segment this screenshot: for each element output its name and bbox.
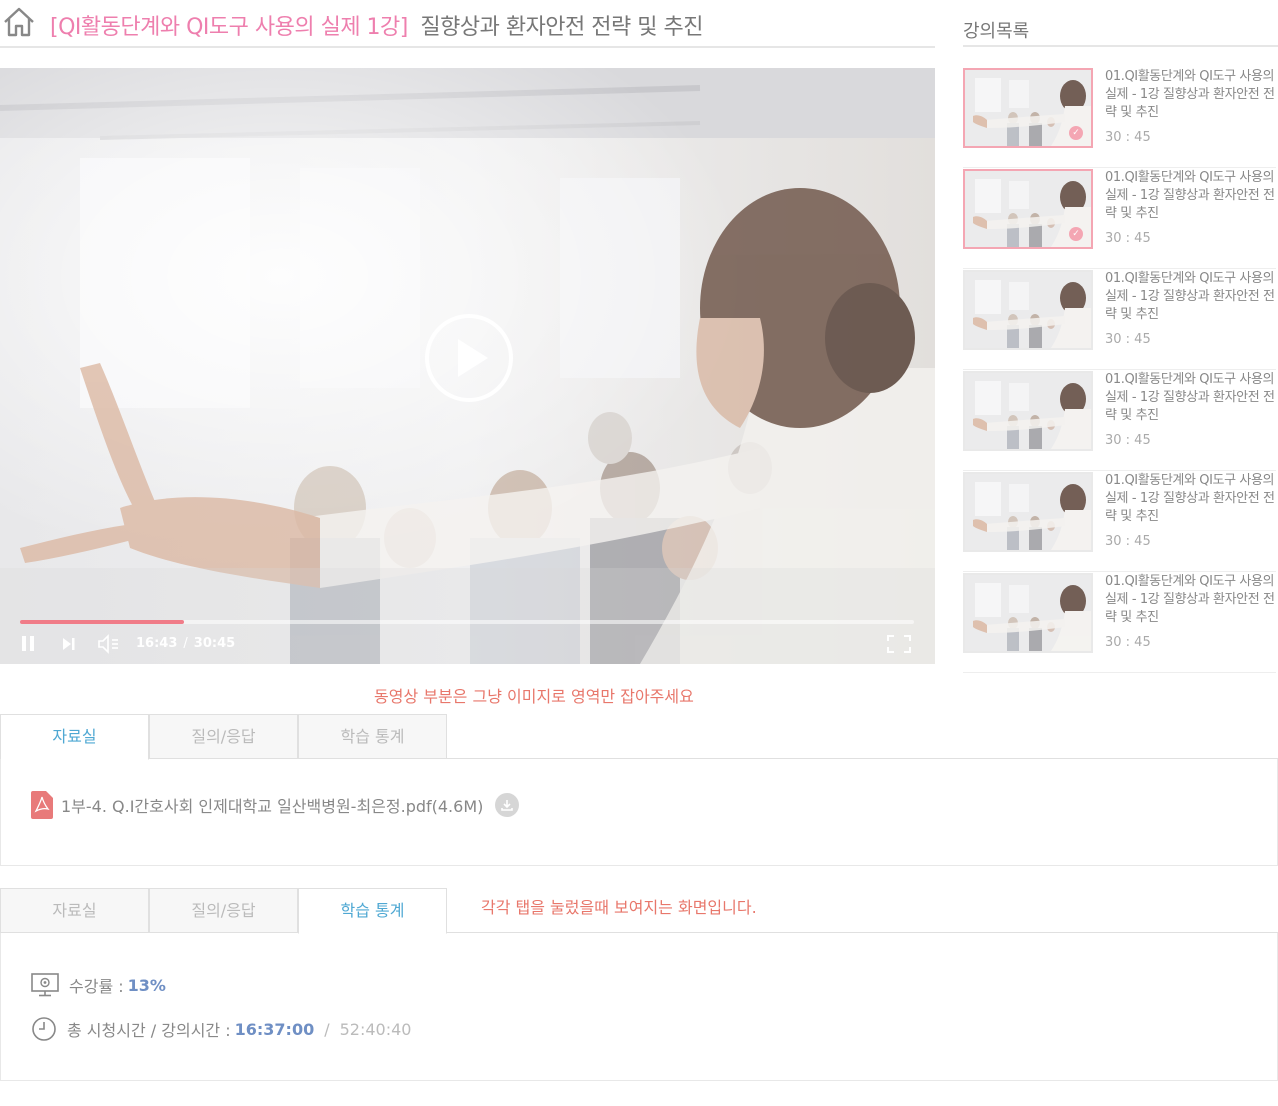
lecture-thumbnail[interactable] bbox=[963, 371, 1093, 451]
video-progress-fill bbox=[20, 620, 184, 624]
lecture-thumbnail[interactable]: ✓ bbox=[963, 169, 1093, 249]
pause-icon[interactable] bbox=[20, 632, 38, 656]
lecture-title[interactable]: 01.QI활동단계와 QI도구 사용의 실제 - 1강 질향상과 환자안전 전략… bbox=[1105, 573, 1275, 627]
video-time: 16:43 / 30:45 bbox=[136, 636, 235, 651]
lecture-thumbnail[interactable] bbox=[963, 472, 1093, 552]
lecture-item[interactable]: 01.QI활동단계와 QI도구 사용의 실제 - 1강 질향상과 환자안전 전략… bbox=[963, 270, 1276, 370]
play-icon[interactable] bbox=[424, 313, 514, 403]
next-track-icon[interactable] bbox=[60, 632, 78, 656]
course-tag: [QI활동단계와 QI도구 사용의 실제 1강] bbox=[50, 15, 408, 40]
lecture-thumbnail[interactable] bbox=[963, 573, 1093, 653]
lecture-duration: 30 : 45 bbox=[1105, 534, 1151, 549]
lecture-duration: 30 : 45 bbox=[1105, 635, 1151, 650]
lecture-thumbnail-image bbox=[965, 272, 1091, 348]
clock-icon bbox=[32, 1017, 56, 1041]
lecture-thumbnail[interactable] bbox=[963, 270, 1093, 350]
lecture-item[interactable]: 01.QI활동단계와 QI도구 사용의 실제 - 1강 질향상과 환자안전 전략… bbox=[963, 472, 1276, 572]
lecture-title[interactable]: 01.QI활동단계와 QI도구 사용의 실제 - 1강 질향상과 환자안전 전략… bbox=[1105, 270, 1275, 324]
progress-label: 수강률 : bbox=[69, 977, 124, 996]
video-player[interactable]: 16:43 / 30:45 bbox=[0, 68, 935, 664]
progress-value: 13% bbox=[127, 975, 166, 995]
home-icon[interactable] bbox=[2, 6, 36, 38]
volume-icon[interactable] bbox=[96, 632, 122, 656]
lecture-title[interactable]: 01.QI활동단계와 QI도구 사용의 실제 - 1강 질향상과 환자안전 전략… bbox=[1105, 169, 1275, 223]
tab-bar: 자료실 질의/응답 학습 통계 bbox=[0, 714, 1278, 760]
download-icon bbox=[501, 800, 514, 811]
materials-panel: 1부-4. Q.I간호사회 인제대학교 일산백병원-최은정.pdf(4.6M) bbox=[0, 759, 1278, 866]
watch-time-stat: 총 시청시간 / 강의시간 : 16:37:00 / 52:40:40 bbox=[31, 1016, 411, 1042]
page-header: [QI활동단계와 QI도구 사용의 실제 1강] 질향상과 환자안전 전략 및 … bbox=[0, 0, 935, 48]
stats-tab-box: 자료실 질의/응답 학습 통계 수강률 : 13% 총 시청시간 / 강의시간 … bbox=[0, 888, 1278, 1081]
lecture-title[interactable]: 01.QI활동단계와 QI도구 사용의 실제 - 1강 질향상과 환자안전 전략… bbox=[1105, 371, 1275, 425]
tab-qna[interactable]: 질의/응답 bbox=[149, 888, 298, 933]
file-item: 1부-4. Q.I간호사회 인제대학교 일산백병원-최은정.pdf(4.6M) bbox=[31, 791, 520, 819]
divider bbox=[963, 45, 1278, 47]
download-button[interactable] bbox=[495, 793, 520, 817]
tab-materials[interactable]: 자료실 bbox=[0, 714, 149, 760]
course-subtitle: 질향상과 환자안전 전략 및 추진 bbox=[420, 15, 703, 40]
progress-stat: 수강률 : 13% bbox=[31, 973, 166, 997]
monitor-icon bbox=[31, 973, 59, 997]
page-title: [QI활동단계와 QI도구 사용의 실제 1강] 질향상과 환자안전 전략 및 … bbox=[50, 9, 703, 41]
stats-panel: 수강률 : 13% 총 시청시간 / 강의시간 : 16:37:00 / 52:… bbox=[0, 933, 1278, 1081]
tab-qna[interactable]: 질의/응답 bbox=[149, 714, 298, 759]
materials-tab-box: 자료실 질의/응답 학습 통계 1부-4. Q.I간호사회 인제대학교 일산백병… bbox=[0, 714, 1278, 866]
total-lecture-time: 52:40:40 bbox=[339, 1019, 412, 1039]
lecture-thumbnail[interactable]: ✓ bbox=[963, 68, 1093, 148]
lecture-duration: 30 : 45 bbox=[1105, 332, 1151, 347]
tab-bar: 자료실 질의/응답 학습 통계 bbox=[0, 888, 1278, 934]
fullscreen-icon[interactable] bbox=[886, 632, 912, 656]
time-separator: / bbox=[324, 1019, 330, 1039]
lecture-title[interactable]: 01.QI활동단계와 QI도구 사용의 실제 - 1강 질향상과 환자안전 전략… bbox=[1105, 472, 1275, 526]
lecture-item[interactable]: ✓ 01.QI활동단계와 QI도구 사용의 실제 - 1강 질향상과 환자안전 … bbox=[963, 169, 1276, 269]
current-time: 16:43 bbox=[136, 636, 178, 651]
lecture-item[interactable]: 01.QI활동단계와 QI도구 사용의 실제 - 1강 질향상과 환자안전 전략… bbox=[963, 573, 1276, 673]
tab-stats[interactable]: 학습 통계 bbox=[298, 714, 447, 759]
lecture-thumbnail-image bbox=[965, 575, 1091, 651]
video-controls: 16:43 / 30:45 bbox=[20, 632, 914, 656]
lecture-duration: 30 : 45 bbox=[1105, 130, 1151, 145]
watched-time: 16:37:00 bbox=[234, 1019, 315, 1039]
check-icon: ✓ bbox=[1069, 126, 1083, 140]
video-note: 동영상 부분은 그냥 이미지로 영역만 잡아주세요 bbox=[374, 687, 694, 706]
check-icon: ✓ bbox=[1069, 227, 1083, 241]
lecture-thumbnail-image bbox=[965, 373, 1091, 449]
lecture-title[interactable]: 01.QI활동단계와 QI도구 사용의 실제 - 1강 질향상과 환자안전 전략… bbox=[1105, 68, 1275, 122]
watch-time-label: 총 시청시간 / 강의시간 : bbox=[67, 1021, 231, 1040]
total-duration: 30:45 bbox=[193, 636, 236, 651]
lecture-list-title: 강의목록 bbox=[963, 21, 1030, 42]
time-separator: / bbox=[183, 636, 188, 651]
lecture-item[interactable]: 01.QI활동단계와 QI도구 사용의 실제 - 1강 질향상과 환자안전 전략… bbox=[963, 371, 1276, 471]
tab-materials[interactable]: 자료실 bbox=[0, 888, 149, 933]
tab-stats[interactable]: 학습 통계 bbox=[298, 888, 447, 934]
lecture-thumbnail-image bbox=[965, 474, 1091, 550]
lecture-duration: 30 : 45 bbox=[1105, 433, 1151, 448]
file-name[interactable]: 1부-4. Q.I간호사회 인제대학교 일산백병원-최은정.pdf(4.6M) bbox=[61, 793, 483, 817]
video-progress-bar[interactable] bbox=[20, 620, 914, 624]
lecture-duration: 30 : 45 bbox=[1105, 231, 1151, 246]
pdf-icon bbox=[31, 791, 53, 819]
lecture-item[interactable]: ✓ 01.QI활동단계와 QI도구 사용의 실제 - 1강 질향상과 환자안전 … bbox=[963, 68, 1276, 168]
